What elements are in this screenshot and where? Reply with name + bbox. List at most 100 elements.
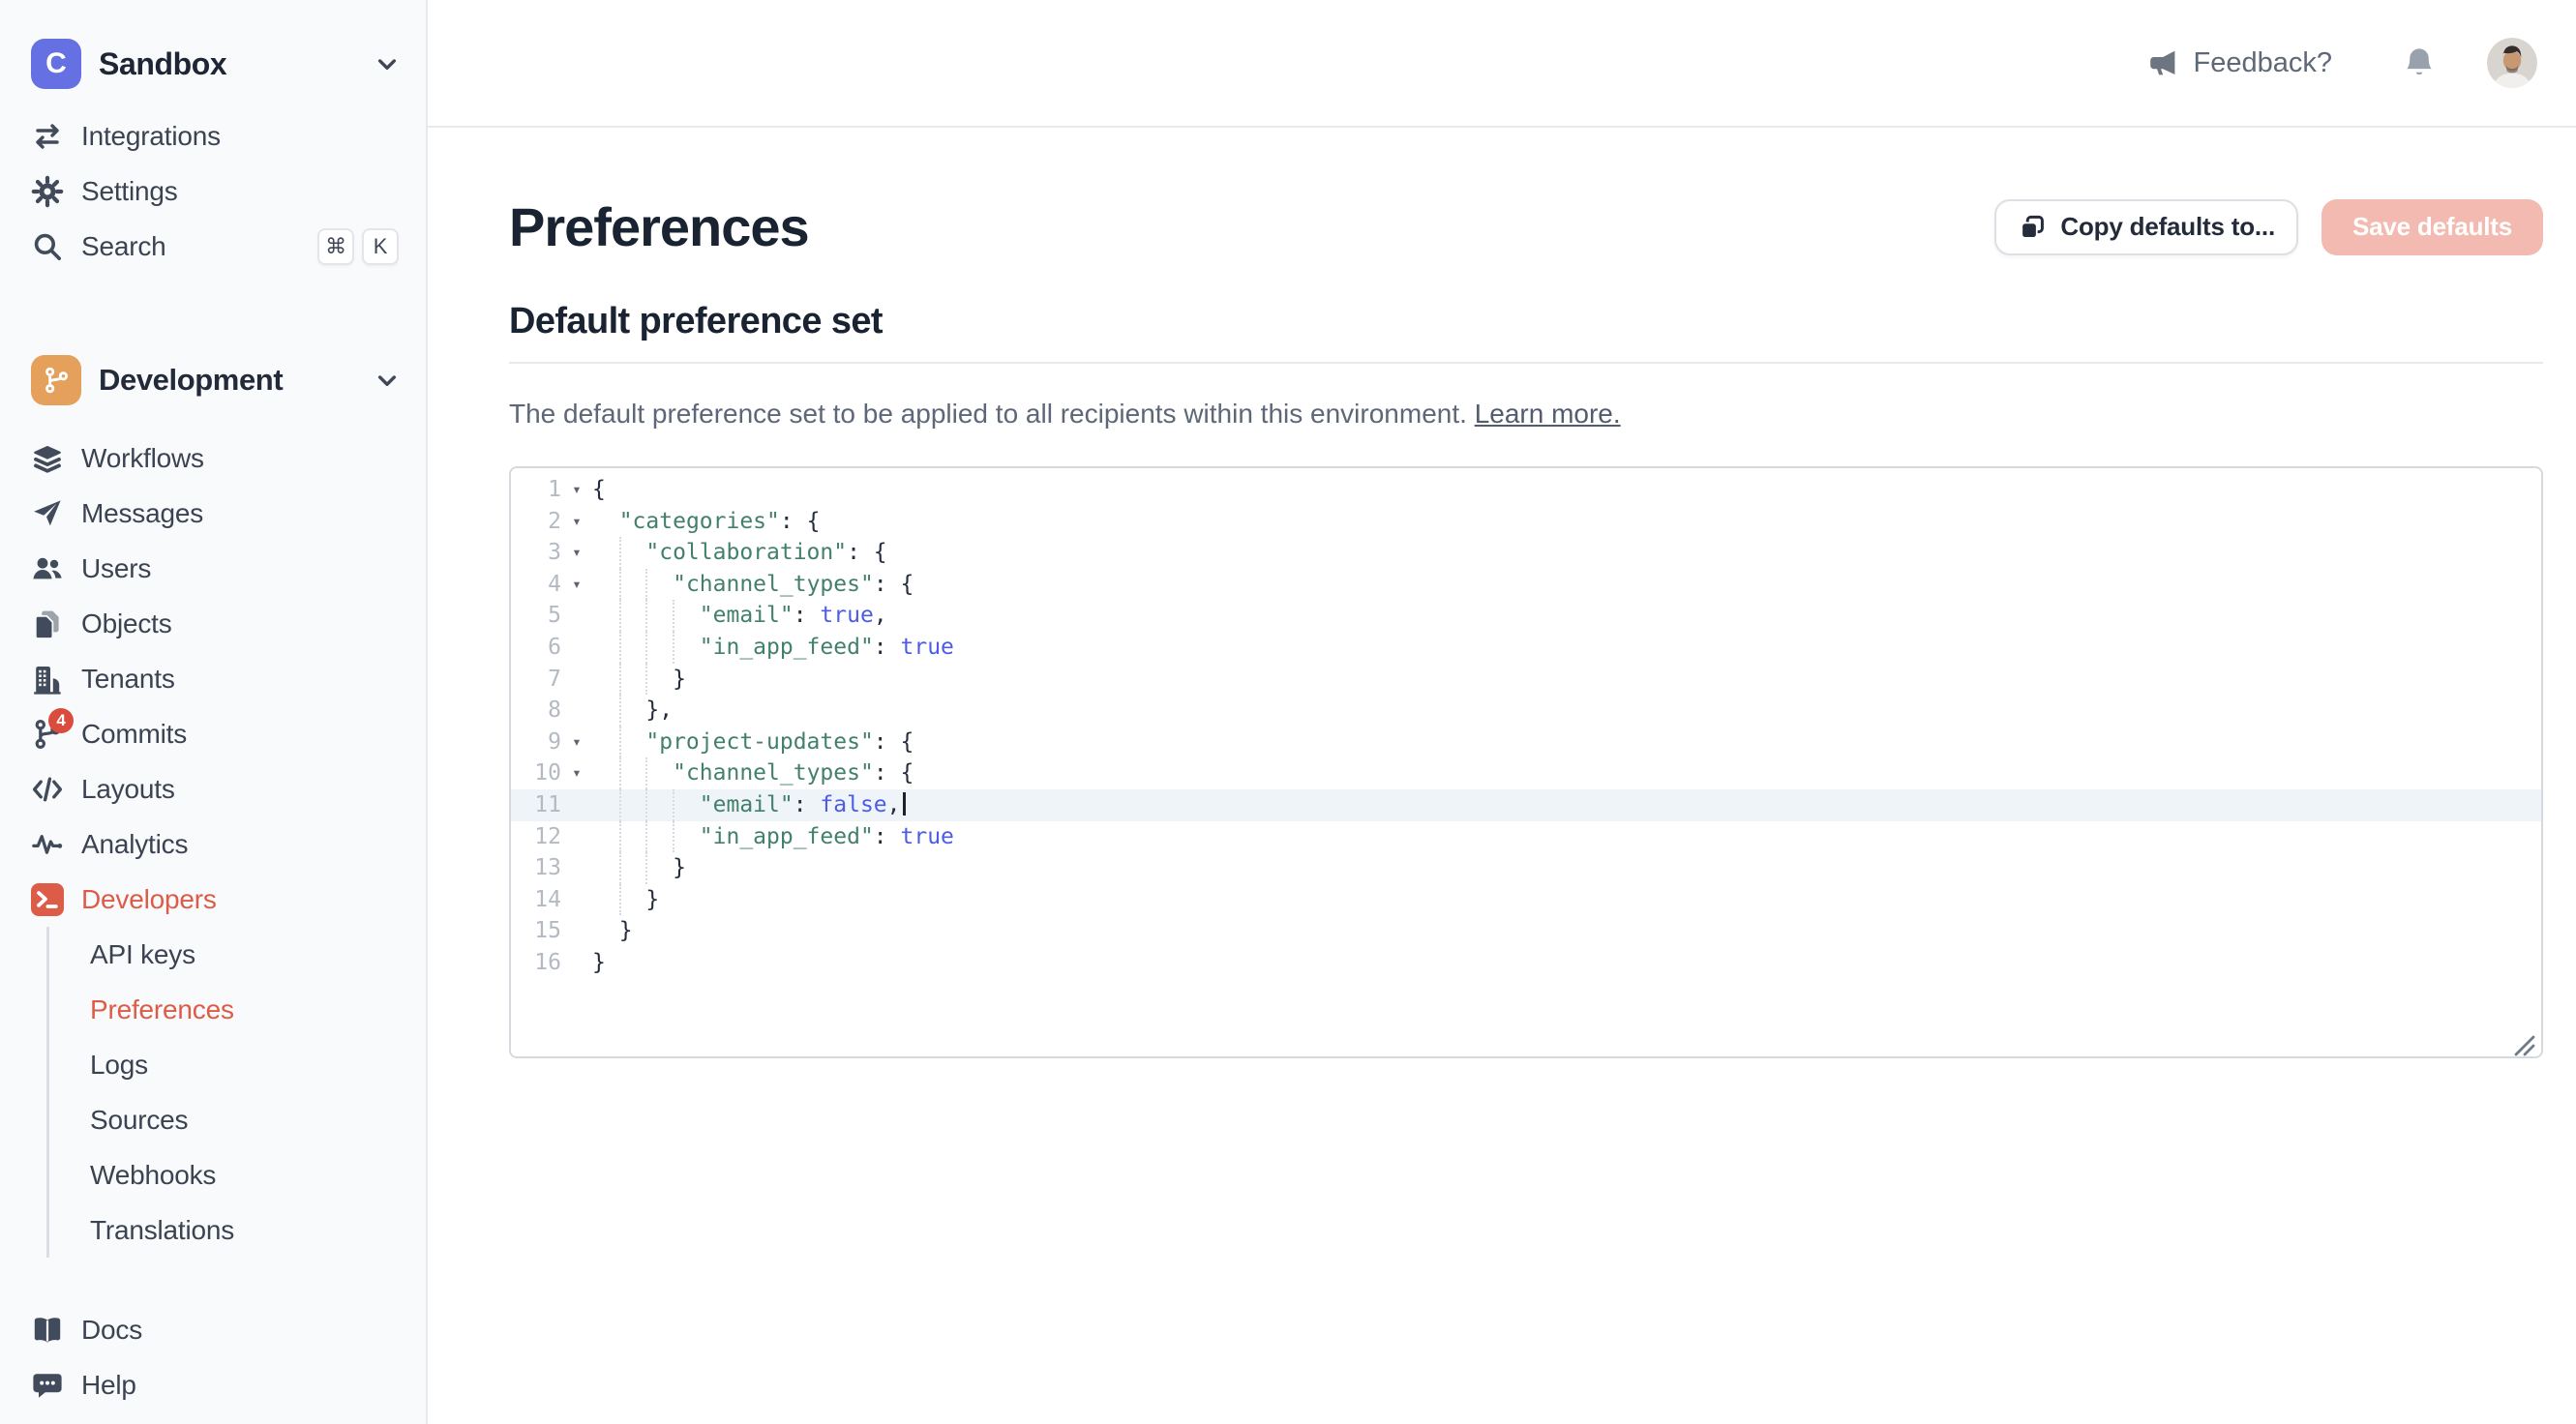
page-actions: Copy defaults to... Save defaults	[1994, 199, 2543, 255]
page-content: Preferences Copy defaults to... Save def…	[428, 195, 2576, 1058]
code-line-8[interactable]: 8 },	[511, 695, 2541, 727]
sidebar-item-label: Workflows	[81, 443, 204, 474]
line-number: 2	[511, 506, 561, 538]
sidebar-item-developers[interactable]: Developers	[0, 872, 426, 927]
sidebar-subitem-logs[interactable]: Logs	[49, 1037, 426, 1092]
sidebar-item-objects[interactable]: Objects	[0, 596, 426, 651]
line-number: 13	[511, 852, 561, 884]
code-line-6[interactable]: 6 "in_app_feed": true	[511, 632, 2541, 664]
sidebar-item-label: Tenants	[81, 664, 175, 695]
paper-plane-icon	[31, 497, 64, 530]
fold-spacer	[561, 947, 592, 979]
sidebar-item-workflows[interactable]: Workflows	[0, 430, 426, 486]
code-line-13[interactable]: 13 }	[511, 852, 2541, 884]
megaphone-icon	[2147, 46, 2180, 79]
sidebar-item-search[interactable]: Search⌘K	[0, 219, 426, 274]
sidebar-item-label: Layouts	[81, 774, 175, 805]
sidebar-item-label: Settings	[81, 176, 178, 207]
code-line-14[interactable]: 14 }	[511, 884, 2541, 916]
sidebar-subitem-preferences[interactable]: Preferences	[49, 982, 426, 1037]
code-line-1[interactable]: 1▾{	[511, 474, 2541, 506]
indent-guide	[645, 569, 647, 601]
indent-guide	[619, 852, 621, 884]
code-line-2[interactable]: 2▾ "categories": {	[511, 506, 2541, 538]
code-line-15[interactable]: 15 }	[511, 915, 2541, 947]
bell-icon	[2402, 45, 2437, 80]
user-avatar[interactable]	[2487, 38, 2537, 88]
code-line-7[interactable]: 7 }	[511, 664, 2541, 696]
page-header: Preferences Copy defaults to... Save def…	[509, 195, 2543, 258]
keyboard-shortcut: ⌘K	[317, 228, 399, 265]
fold-spacer	[561, 915, 592, 947]
indent-guide	[645, 821, 647, 853]
chevron-down-icon	[372, 48, 403, 79]
code-line-16[interactable]: 16}	[511, 947, 2541, 979]
git-branch-icon: 4	[31, 718, 64, 751]
fold-arrow-icon[interactable]: ▾	[561, 506, 592, 538]
sidebar-item-docs[interactable]: Docs	[0, 1302, 426, 1357]
sidebar-item-label: Users	[81, 553, 151, 584]
indent-guide	[645, 852, 647, 884]
line-number: 15	[511, 915, 561, 947]
sidebar-item-help[interactable]: Help	[0, 1357, 426, 1412]
fold-arrow-icon[interactable]: ▾	[561, 474, 592, 506]
code-line-11[interactable]: 11 "email": false,	[511, 789, 2541, 821]
code-line-12[interactable]: 12 "in_app_feed": true	[511, 821, 2541, 853]
fold-spacer	[561, 695, 592, 727]
copy-defaults-button[interactable]: Copy defaults to...	[1994, 199, 2298, 255]
workspace-switcher[interactable]: C Sandbox	[31, 39, 403, 89]
indent-guide	[673, 821, 674, 853]
fold-arrow-icon[interactable]: ▾	[561, 537, 592, 569]
sidebar-item-analytics[interactable]: Analytics	[0, 816, 426, 872]
environment-switcher[interactable]: Development	[31, 355, 403, 405]
sidebar-item-settings[interactable]: Settings	[0, 163, 426, 219]
sidebar-item-tenants[interactable]: Tenants	[0, 651, 426, 706]
sidebar-item-commits[interactable]: 4 Commits	[0, 706, 426, 761]
sidebar-item-layouts[interactable]: Layouts	[0, 761, 426, 816]
sidebar-item-label: Messages	[81, 498, 203, 529]
learn-more-link[interactable]: Learn more.	[1475, 399, 1621, 429]
line-number: 14	[511, 884, 561, 916]
copy-icon	[2018, 213, 2047, 242]
line-number: 11	[511, 789, 561, 821]
sidebar-item-label: Commits	[81, 719, 187, 750]
sidebar-item-integrations[interactable]: Integrations	[0, 108, 426, 163]
line-number: 9	[511, 727, 561, 758]
json-code-editor[interactable]: 1▾{2▾ "categories": {3▾ "collaboration":…	[509, 466, 2543, 1058]
main-area: Feedback? Preferences Copy defaults to..…	[428, 0, 2576, 1424]
sidebar-top-nav: Integrations Settings Search⌘K	[0, 108, 426, 274]
code-line-3[interactable]: 3▾ "collaboration": {	[511, 537, 2541, 569]
code-line-5[interactable]: 5 "email": true,	[511, 600, 2541, 632]
fold-arrow-icon[interactable]: ▾	[561, 727, 592, 758]
indent-guide	[673, 789, 674, 821]
sidebar-subitem-api-keys[interactable]: API keys	[49, 927, 426, 982]
sidebar-item-users[interactable]: Users	[0, 541, 426, 596]
indent-guide	[645, 632, 647, 664]
key-cap: K	[362, 228, 399, 265]
sidebar-item-label: Objects	[81, 608, 172, 639]
sidebar-subitem-sources[interactable]: Sources	[49, 1092, 426, 1147]
chat-bubble-icon	[31, 1369, 64, 1402]
sidebar-item-messages[interactable]: Messages	[0, 486, 426, 541]
indent-guide	[645, 757, 647, 789]
editor-resize-handle[interactable]	[2512, 1027, 2535, 1051]
indent-guide	[673, 600, 674, 632]
indent-guide	[673, 632, 674, 664]
indent-guide	[619, 569, 621, 601]
feedback-button[interactable]: Feedback?	[2147, 46, 2333, 79]
integrations-icon	[31, 120, 64, 153]
code-line-10[interactable]: 10▾ "channel_types": {	[511, 757, 2541, 789]
sidebar-subitem-translations[interactable]: Translations	[49, 1202, 426, 1258]
fold-spacer	[561, 789, 592, 821]
notifications-button[interactable]	[2402, 45, 2437, 80]
sidebar-item-label: Integrations	[81, 121, 221, 152]
line-number: 10	[511, 757, 561, 789]
fold-spacer	[561, 821, 592, 853]
code-line-4[interactable]: 4▾ "channel_types": {	[511, 569, 2541, 601]
sidebar-item-label: Developers	[81, 884, 217, 915]
fold-arrow-icon[interactable]: ▾	[561, 569, 592, 601]
line-number: 3	[511, 537, 561, 569]
sidebar-subitem-webhooks[interactable]: Webhooks	[49, 1147, 426, 1202]
fold-arrow-icon[interactable]: ▾	[561, 757, 592, 789]
code-line-9[interactable]: 9▾ "project-updates": {	[511, 727, 2541, 758]
